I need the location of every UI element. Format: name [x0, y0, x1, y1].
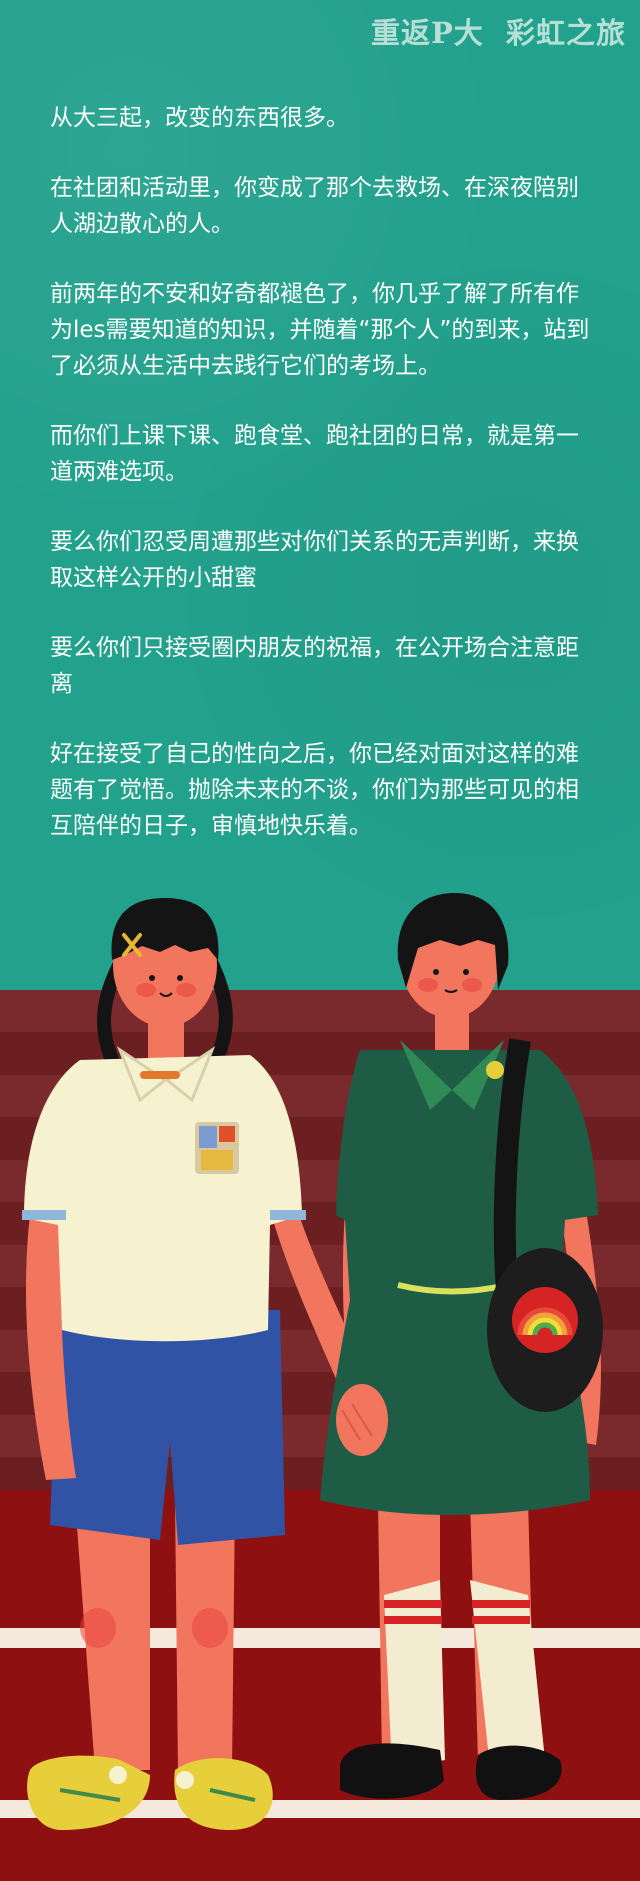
pocket-patch-icon [195, 1122, 239, 1174]
couple-illustration [0, 893, 640, 1881]
page: 重返P大 彩虹之旅 从大三起，改变的东西很多。 在社团和活动里，你变成了那个去救… [0, 0, 640, 1881]
holding-hands [336, 1384, 388, 1456]
